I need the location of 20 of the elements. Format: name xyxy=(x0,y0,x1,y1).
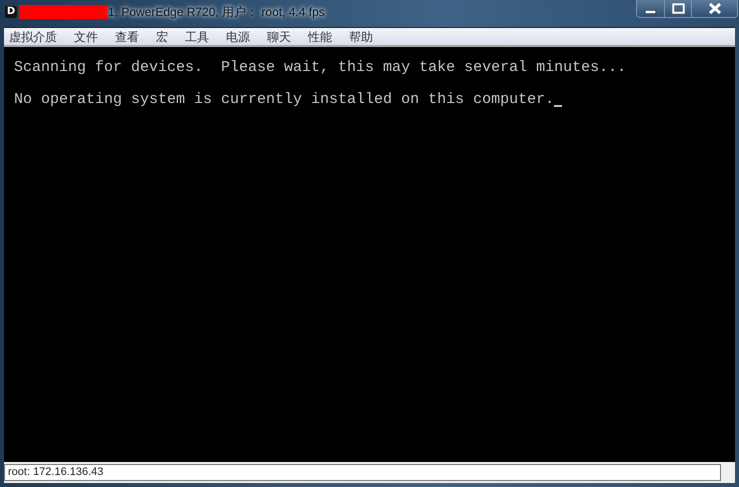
close-button[interactable] xyxy=(691,0,737,17)
close-icon xyxy=(706,2,722,15)
maximize-icon xyxy=(670,2,686,15)
menu-item[interactable]: 虚拟介质 xyxy=(4,28,63,46)
console-line: Scanning for devices. Please wait, this may take several minutes... xyxy=(14,59,626,77)
console-line: No operating system is currently installed on this computer. xyxy=(14,91,554,109)
menu-item[interactable]: 帮助 xyxy=(344,28,379,46)
menu-item[interactable]: 宏 xyxy=(151,28,174,46)
status-text: root: 172.16.136.43 xyxy=(4,464,721,481)
menu-item[interactable]: 文件 xyxy=(69,28,104,46)
menu-item[interactable]: 工具 xyxy=(180,28,215,46)
menu-item[interactable]: 聊天 xyxy=(262,28,297,46)
minimize-icon xyxy=(645,10,656,14)
menu-item[interactable]: 性能 xyxy=(303,28,338,46)
window-title: 1, PowerEdge R720, 用户： root, 4.4 fps xyxy=(108,5,325,19)
menu-item[interactable]: 电源 xyxy=(221,28,256,46)
maximize-button[interactable] xyxy=(664,0,691,17)
menu-item[interactable]: 查看 xyxy=(110,28,145,46)
minimize-button[interactable] xyxy=(637,0,664,17)
app-icon: D xyxy=(5,6,17,18)
